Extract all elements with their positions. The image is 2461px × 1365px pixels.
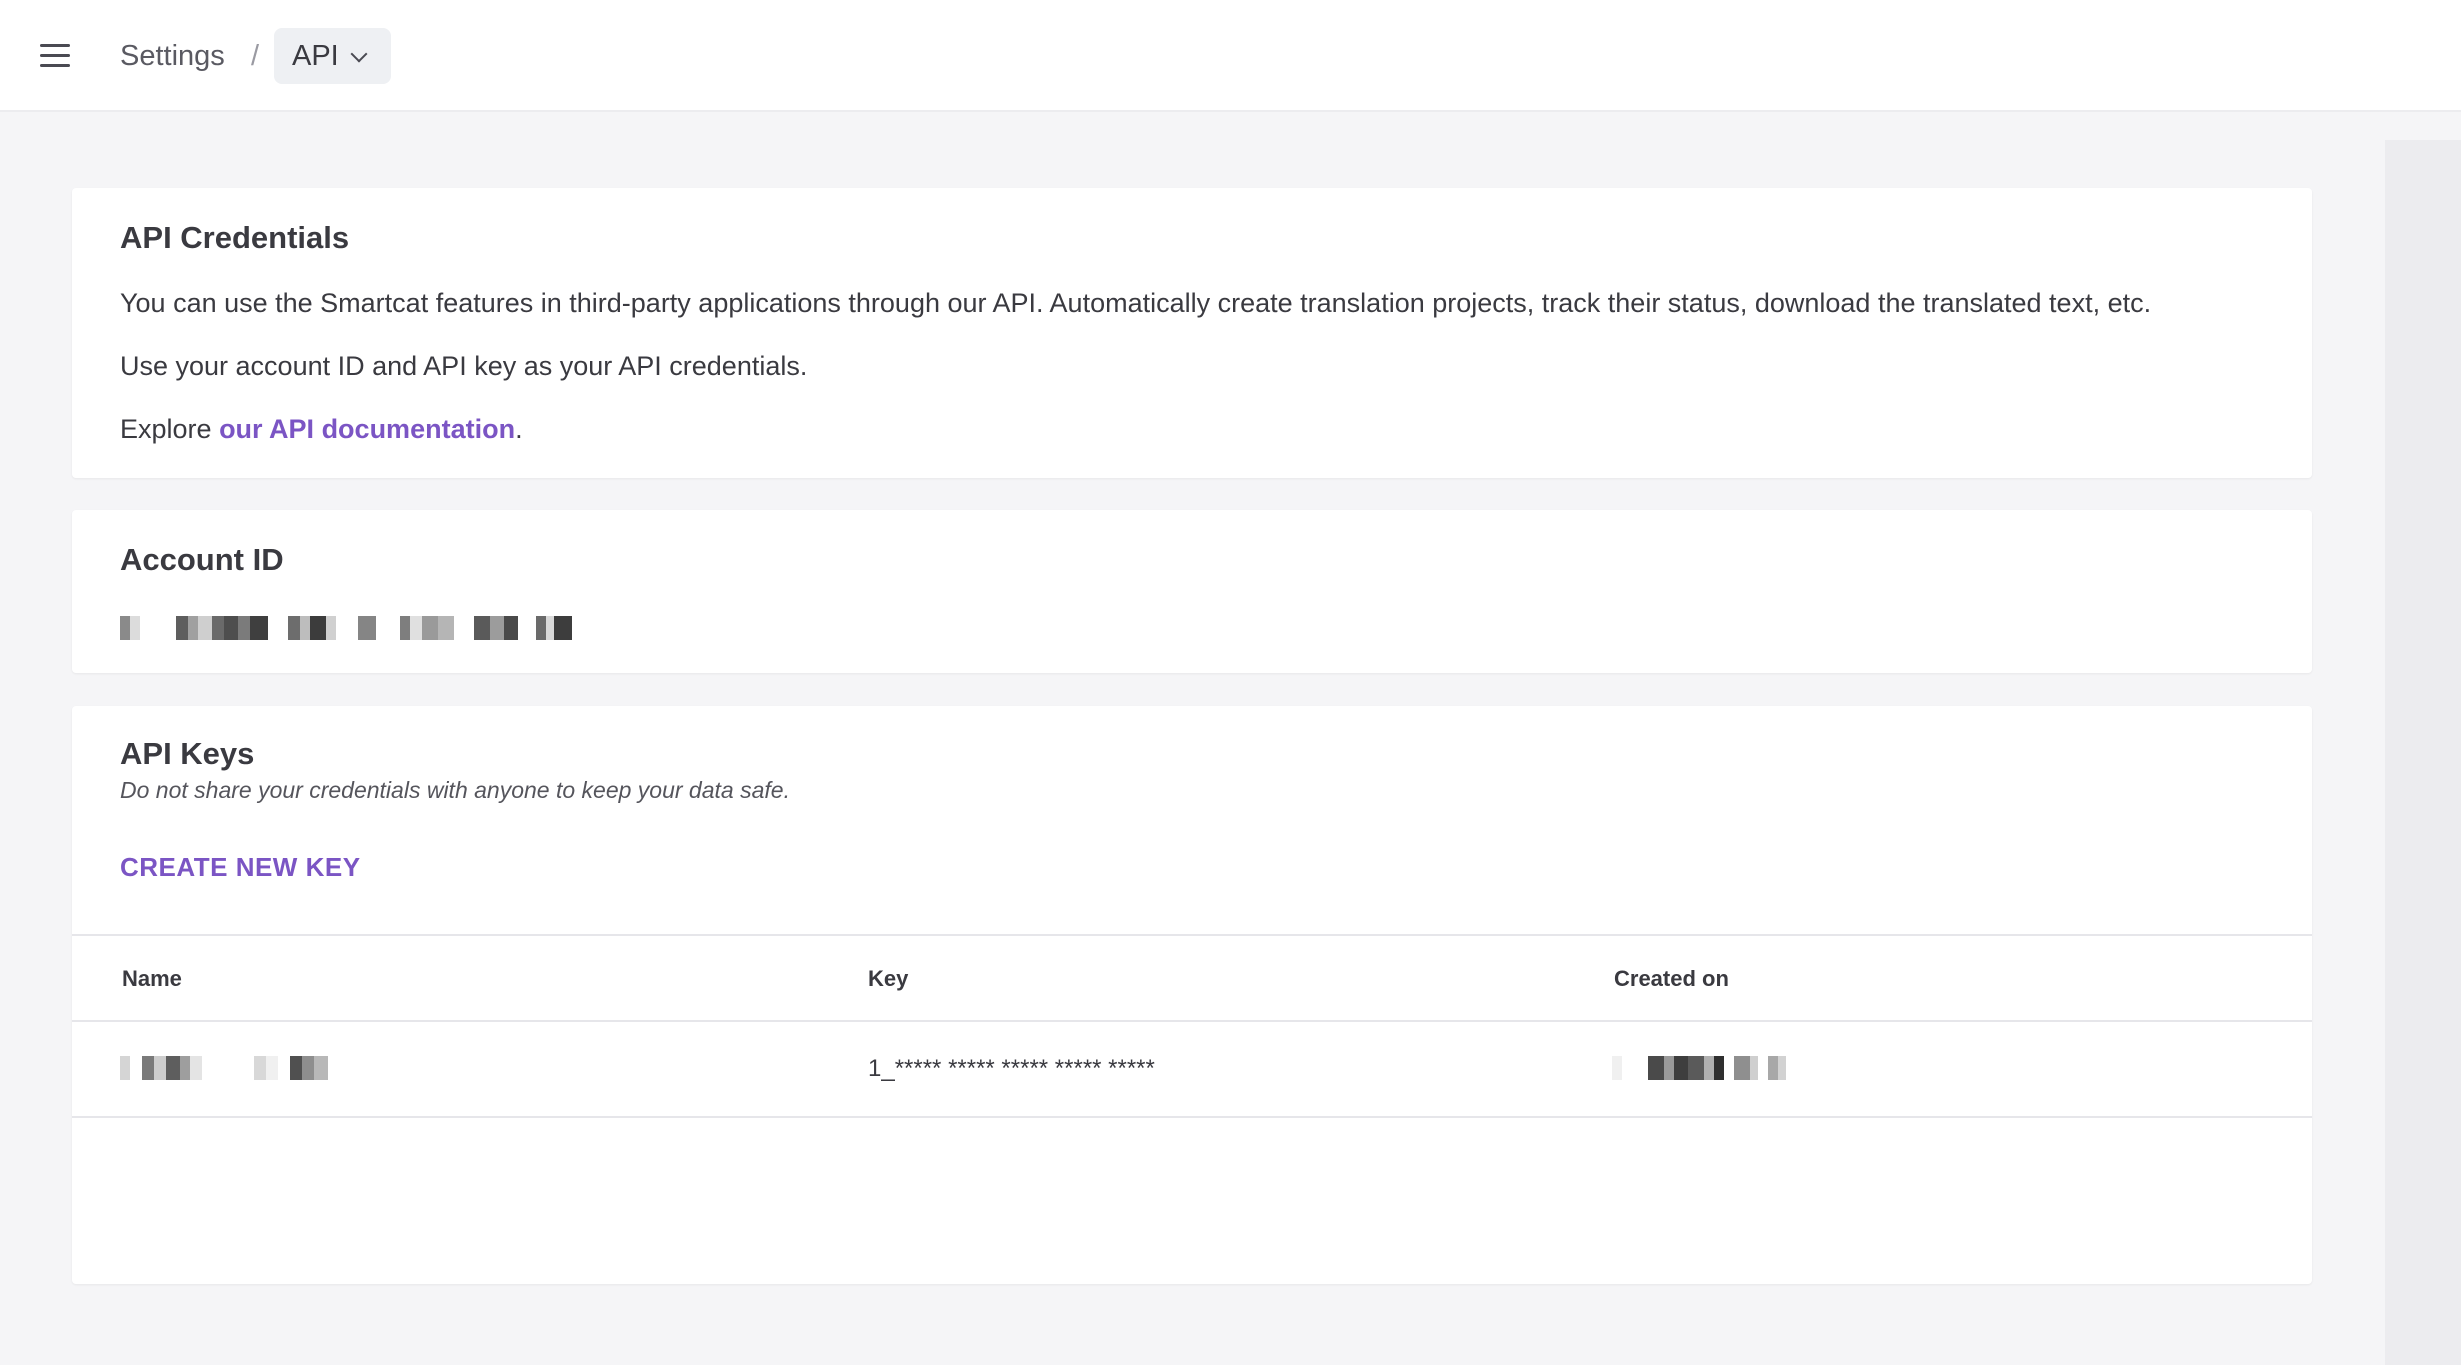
breadcrumb-api-dropdown[interactable]: API bbox=[274, 28, 391, 84]
api-documentation-link[interactable]: our API documentation bbox=[219, 414, 515, 444]
top-bar: Settings / API bbox=[0, 0, 2461, 112]
column-header-key: Key bbox=[868, 966, 909, 991]
account-id-title: Account ID bbox=[120, 542, 284, 577]
hamburger-menu-icon[interactable] bbox=[36, 38, 76, 74]
api-keys-table-header: Name Key Created on bbox=[72, 934, 2312, 1022]
api-credentials-title: API Credentials bbox=[120, 220, 350, 255]
api-documentation-line: Explore our API documentation. bbox=[120, 409, 523, 449]
account-id-value-redacted bbox=[120, 616, 572, 640]
key-name-redacted bbox=[120, 1056, 328, 1080]
explore-prefix: Explore bbox=[120, 414, 220, 444]
api-keys-subtitle: Do not share your credentials with anyon… bbox=[120, 777, 790, 803]
api-keys-card: API Keys Do not share your credentials w… bbox=[72, 706, 2312, 1284]
api-credentials-card: API Credentials You can use the Smartcat… bbox=[72, 188, 2312, 478]
api-credentials-description: You can use the Smartcat features in thi… bbox=[120, 288, 2152, 318]
right-panel-gutter bbox=[2385, 140, 2461, 1365]
table-row[interactable]: 1_***** ***** ***** ***** ***** bbox=[72, 1022, 2312, 1118]
api-keys-title: API Keys bbox=[120, 736, 255, 771]
key-masked-value: 1_***** ***** ***** ***** ***** bbox=[868, 1055, 1155, 1082]
breadcrumb-separator: / bbox=[251, 40, 260, 72]
created-on-redacted bbox=[1612, 1056, 1786, 1080]
create-new-key-button[interactable]: CREATE NEW KEY bbox=[120, 847, 361, 887]
explore-suffix: . bbox=[515, 414, 523, 444]
breadcrumb-settings[interactable]: Settings bbox=[120, 36, 225, 76]
column-header-name: Name bbox=[122, 966, 182, 991]
account-id-card: Account ID bbox=[72, 510, 2312, 673]
chevron-down-icon bbox=[350, 45, 368, 63]
api-credentials-usage: Use your account ID and API key as your … bbox=[120, 351, 808, 381]
column-header-created-on: Created on bbox=[1614, 966, 1729, 991]
breadcrumb-current-label: API bbox=[292, 40, 339, 72]
